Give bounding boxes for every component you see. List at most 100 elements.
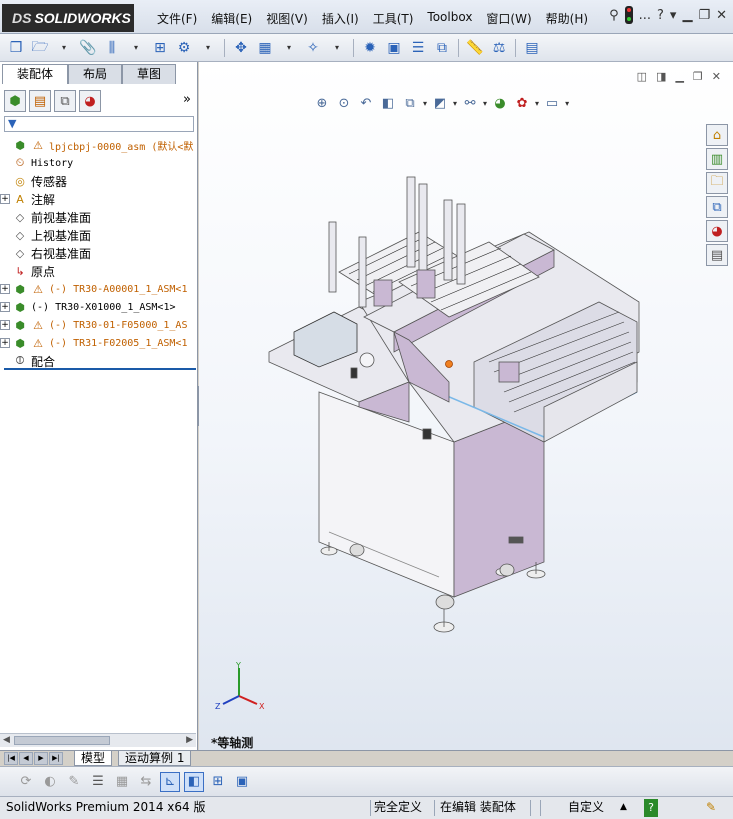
tree-item-origin[interactable]: ↳ 原点 <box>0 262 196 280</box>
tab-model[interactable]: 模型 <box>74 751 113 766</box>
post <box>443 199 453 281</box>
filter-icon[interactable]: ▼ <box>8 117 16 130</box>
more-panels-button[interactable]: » <box>183 92 191 107</box>
selected-point <box>445 360 453 368</box>
tree-item-subassembly[interactable]: + ⬢ ⚠ (-) TR31-F02005_1_ASM<1 <box>0 334 196 352</box>
scroll-thumb[interactable] <box>14 736 110 745</box>
close-icon[interactable]: ✕ <box>716 8 727 23</box>
menu-window[interactable]: 窗口(W) <box>479 8 538 29</box>
tab-assembly[interactable]: 装配体 <box>2 64 69 84</box>
tree-item-subassembly[interactable]: + ⬢ ⚠ (-) TR30-01-F05000_1_AS <box>0 316 196 334</box>
menu-insert[interactable]: 插入(I) <box>315 8 366 29</box>
dropdown-icon[interactable]: ▾ <box>126 38 146 58</box>
open-icon[interactable]: 🗁 <box>30 38 50 58</box>
side-plate <box>508 536 524 544</box>
next-tab-icon[interactable]: ▶ <box>34 752 48 765</box>
expand-icon[interactable]: + <box>0 302 10 312</box>
tab-motion-study[interactable]: 运动算例 1 <box>118 751 192 766</box>
tree-horizontal-scrollbar[interactable]: ◀ ▶ <box>0 733 196 747</box>
menu-toolbox[interactable]: Toolbox <box>420 8 479 29</box>
tree-item-right-plane[interactable]: ◇ 右视基准面 <box>0 244 196 262</box>
pin-icon[interactable]: ⚲ <box>609 8 619 23</box>
help-icon[interactable]: ? <box>644 799 658 817</box>
expand-icon[interactable]: + <box>0 338 10 348</box>
measure-icon[interactable]: 📏 <box>465 38 485 58</box>
tree-item-annotations[interactable]: + A 注解 <box>0 190 196 208</box>
axis-icon[interactable]: ⊾ <box>160 771 180 792</box>
smart-fasteners-icon[interactable]: ⚙ <box>174 38 194 58</box>
tree-item-label: 右视基准面 <box>31 246 92 261</box>
carriage <box>416 269 436 299</box>
tree-item-subassembly[interactable]: + ⬢ ⚠ (-) TR30-A00001_1_ASM<1 <box>0 280 196 298</box>
tree-item-history[interactable]: ⏲ History <box>0 154 196 172</box>
dropdown-icon[interactable]: ▾ <box>198 38 218 58</box>
menu-tools[interactable]: 工具(T) <box>366 8 421 29</box>
expand-icon[interactable]: + <box>0 194 10 204</box>
scroll-left-icon[interactable]: ◀ <box>3 735 10 745</box>
first-tab-icon[interactable]: |◀ <box>4 752 18 765</box>
tab-sketch[interactable]: 草图 <box>122 64 177 84</box>
last-tab-icon[interactable]: ▶| <box>49 752 63 765</box>
tree-filter-input[interactable]: ▼ <box>4 116 194 132</box>
options-icon[interactable]: ▤ <box>522 38 542 58</box>
dropdown-icon[interactable]: ▾ <box>327 38 347 58</box>
tab-layout[interactable]: 布局 <box>68 64 123 84</box>
dropdown-icon[interactable]: ▾ <box>670 8 677 23</box>
prev-tab-icon[interactable]: ◀ <box>19 752 33 765</box>
scroll-right-icon[interactable]: ▶ <box>186 735 193 745</box>
display-manager-icon[interactable]: ◕ <box>79 90 101 112</box>
mate-icon[interactable]: ⫼ <box>102 38 122 58</box>
configuration-manager-icon[interactable]: ⧉ <box>54 90 76 112</box>
menu-edit[interactable]: 编辑(E) <box>204 8 259 29</box>
cube-icon[interactable]: ◧ <box>184 771 204 792</box>
expand-icon[interactable]: + <box>0 320 10 330</box>
dropdown-icon[interactable]: ▾ <box>54 38 74 58</box>
explode-icon[interactable]: ✹ <box>360 38 380 58</box>
rollback-bar[interactable] <box>4 368 196 370</box>
interference-icon[interactable]: ⧉ <box>432 38 452 58</box>
property-manager-icon[interactable]: ▤ <box>29 90 51 112</box>
menu-view[interactable]: 视图(V) <box>259 8 315 29</box>
minimize-icon[interactable]: ▁ <box>682 8 692 23</box>
new-icon[interactable]: ❒ <box>6 38 26 58</box>
edit-icon[interactable]: ✎ <box>64 772 84 792</box>
menu-help[interactable]: 帮助(H) <box>539 8 595 29</box>
tree-root-assembly[interactable]: ⬢ ⚠ lpjcbpj-0000_asm (默认<默 <box>0 136 196 154</box>
move-component-icon[interactable]: ✥ <box>231 38 251 58</box>
dropdown-icon[interactable]: ▾ <box>279 38 299 58</box>
rebuild-icon[interactable]: ⟳ <box>16 772 36 792</box>
rebuild-status-icon[interactable] <box>624 6 633 24</box>
feature-tree-icon[interactable]: ⬢ <box>4 90 26 112</box>
graphics-area[interactable]: ◫ ◨ ▁ ❐ ✕ ⊕ ⊙ ↶ ◧ ⧉ ▾ ◩ ▾ ⚯ ▾ ◕ ✿ ▾ ▭ ▾ … <box>199 62 733 750</box>
swap-icon[interactable]: ⇆ <box>136 772 156 792</box>
expand-icon[interactable]: + <box>0 284 10 294</box>
menu-bar: DS SOLIDWORKS 文件(F) 编辑(E) 视图(V) 插入(I) 工具(… <box>0 0 733 34</box>
save-icon[interactable]: ▣ <box>232 772 252 792</box>
pattern-icon[interactable]: ▦ <box>255 38 275 58</box>
grid-icon[interactable]: ⊞ <box>208 772 228 792</box>
help-icon[interactable]: ? <box>657 8 664 23</box>
mass-properties-icon[interactable]: ⚖ <box>489 38 509 58</box>
tree-item-front-plane[interactable]: ◇ 前视基准面 <box>0 208 196 226</box>
tree-item-label: (-) TR30-01-F05000_1_AS <box>49 319 188 331</box>
tree-item-subassembly[interactable]: + ⬢ (-) TR30-X01000_1_ASM<1> <box>0 298 196 316</box>
assembly-model-render[interactable] <box>199 62 733 750</box>
units-dropdown-icon[interactable]: ▲ <box>620 799 627 817</box>
menu-file[interactable]: 文件(F) <box>150 8 204 29</box>
solidworks-logo[interactable]: DS SOLIDWORKS <box>2 4 134 32</box>
bom-icon[interactable]: ☰ <box>408 38 428 58</box>
assembly-features-icon[interactable]: ▣ <box>384 38 404 58</box>
tag-icon[interactable]: ✎ <box>706 799 716 817</box>
table-icon[interactable]: ▦ <box>112 772 132 792</box>
list-icon[interactable]: ☰ <box>88 772 108 792</box>
tree-item-sensors[interactable]: ◎ 传感器 <box>0 172 196 190</box>
paperclip-icon[interactable]: 📎 <box>78 38 98 58</box>
tree-item-top-plane[interactable]: ◇ 上视基准面 <box>0 226 196 244</box>
reference-geometry-icon[interactable]: ✧ <box>303 38 323 58</box>
subassembly-icon: ⬢ <box>15 336 25 350</box>
key-switch <box>350 367 358 379</box>
shaded-icon[interactable]: ◐ <box>40 772 60 792</box>
units-selector[interactable]: 自定义 <box>568 799 604 817</box>
insert-component-icon[interactable]: ⊞ <box>150 38 170 58</box>
restore-icon[interactable]: ❐ <box>698 8 710 23</box>
